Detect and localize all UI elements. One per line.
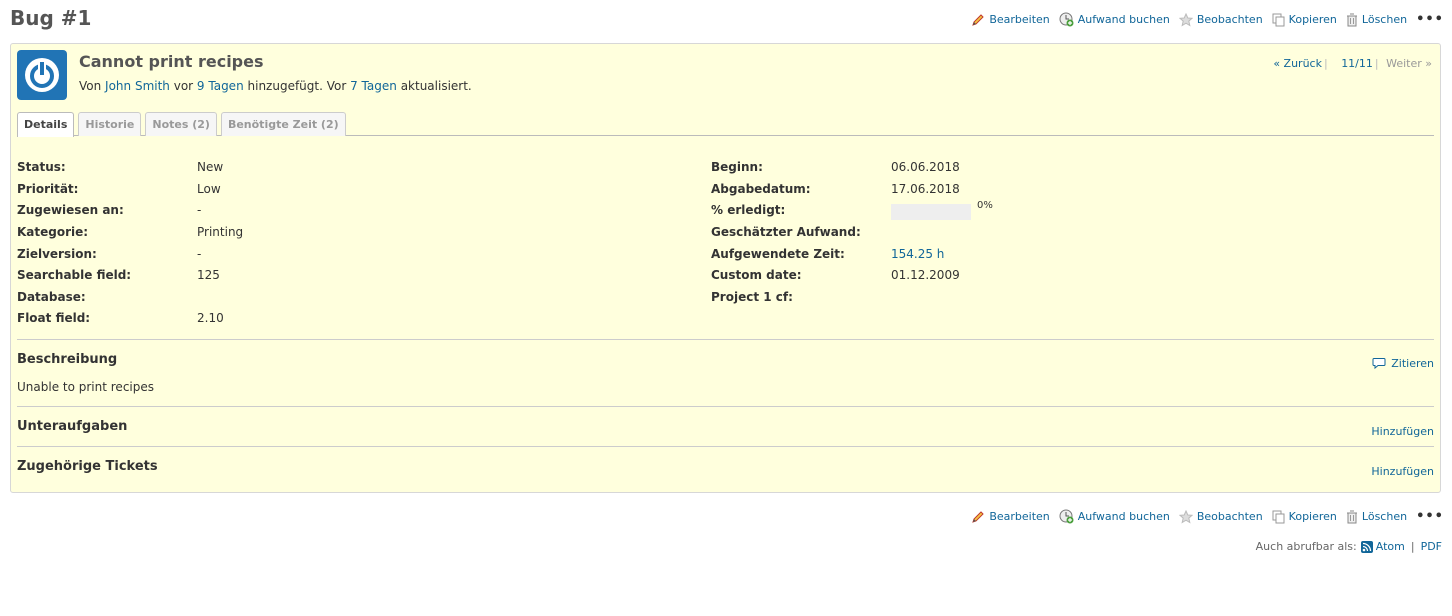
star-icon xyxy=(1178,509,1193,524)
delete-link[interactable]: Löschen xyxy=(1346,13,1407,27)
feed-icon xyxy=(1360,540,1373,553)
issue-author-line: Von John Smith vor 9 Tagen hinzugefügt. … xyxy=(79,79,472,93)
divider xyxy=(17,339,1434,340)
avatar xyxy=(17,50,67,100)
divider xyxy=(17,406,1434,407)
trash-icon xyxy=(1346,510,1357,523)
next-issue-link: Weiter » xyxy=(1386,57,1432,70)
created-ago-link[interactable]: 9 Tagen xyxy=(197,79,244,93)
more-actions-button[interactable]: ••• xyxy=(1416,12,1444,27)
pencil-icon xyxy=(972,510,985,523)
add-subtask-link[interactable]: Hinzufügen xyxy=(1371,425,1434,438)
previous-issue-link[interactable]: « Zurück xyxy=(1273,57,1322,70)
clock-add-icon xyxy=(1059,12,1074,27)
atom-feed-link[interactable]: Atom xyxy=(1360,540,1405,553)
copy-link[interactable]: Kopieren xyxy=(1272,13,1337,27)
other-formats: Auch abrufbar als: Atom | PDF xyxy=(1255,540,1442,553)
clock-add-icon xyxy=(1059,509,1074,524)
comment-icon xyxy=(1372,358,1386,370)
issue-navigation: « Zurück | 11/11 | Weiter » xyxy=(1273,57,1432,70)
page-title: Bug #1 xyxy=(10,6,92,30)
divider xyxy=(17,446,1434,447)
copy-icon xyxy=(1272,510,1285,523)
spent-time-link[interactable]: 154.25 h xyxy=(891,247,944,261)
add-relation-link[interactable]: Hinzufügen xyxy=(1371,465,1434,478)
issue-position-link[interactable]: 11/11 xyxy=(1341,57,1373,70)
tab-notes[interactable]: Notes (2) xyxy=(145,112,217,136)
quote-link[interactable]: Zitieren xyxy=(1372,357,1434,370)
more-actions-button[interactable]: ••• xyxy=(1416,509,1444,524)
watch-link[interactable]: Beobachten xyxy=(1178,12,1263,27)
progress-bar xyxy=(891,204,971,220)
progress-percent: 0% xyxy=(977,200,993,211)
log-time-link[interactable]: Aufwand buchen xyxy=(1059,509,1170,524)
updated-ago-link[interactable]: 7 Tagen xyxy=(350,79,397,93)
tab-history[interactable]: Historie xyxy=(78,112,142,136)
tab-time-entries[interactable]: Benötigte Zeit (2) xyxy=(220,112,346,136)
edit-link[interactable]: Bearbeiten xyxy=(971,510,1050,524)
power-logo-icon xyxy=(25,58,59,92)
top-actions: Bearbeiten Aufwand buchen Beobachten Kop… xyxy=(962,12,1444,27)
subtasks-heading: Unteraufgaben xyxy=(17,419,128,434)
bottom-actions: Bearbeiten Aufwand buchen Beobachten Kop… xyxy=(962,509,1444,524)
pencil-icon xyxy=(972,13,985,26)
copy-link[interactable]: Kopieren xyxy=(1272,510,1337,524)
pdf-export-link[interactable]: PDF xyxy=(1421,540,1442,553)
watch-link[interactable]: Beobachten xyxy=(1178,509,1263,524)
star-icon xyxy=(1178,12,1193,27)
author-link[interactable]: John Smith xyxy=(105,79,170,93)
issue-subject: Cannot print recipes xyxy=(79,52,264,71)
relations-heading: Zugehörige Tickets xyxy=(17,459,158,474)
description-text: Unable to print recipes xyxy=(17,380,154,394)
trash-icon xyxy=(1346,13,1357,26)
tab-details[interactable]: Details xyxy=(17,112,75,137)
copy-icon xyxy=(1272,13,1285,26)
description-heading: Beschreibung xyxy=(17,352,118,367)
issue-details: Cannot print recipes Von John Smith vor … xyxy=(10,43,1441,493)
edit-link[interactable]: Bearbeiten xyxy=(971,13,1050,27)
issue-tabs: Details Historie Notes (2) Benötigte Zei… xyxy=(17,112,1434,137)
log-time-link[interactable]: Aufwand buchen xyxy=(1059,12,1170,27)
delete-link[interactable]: Löschen xyxy=(1346,510,1407,524)
